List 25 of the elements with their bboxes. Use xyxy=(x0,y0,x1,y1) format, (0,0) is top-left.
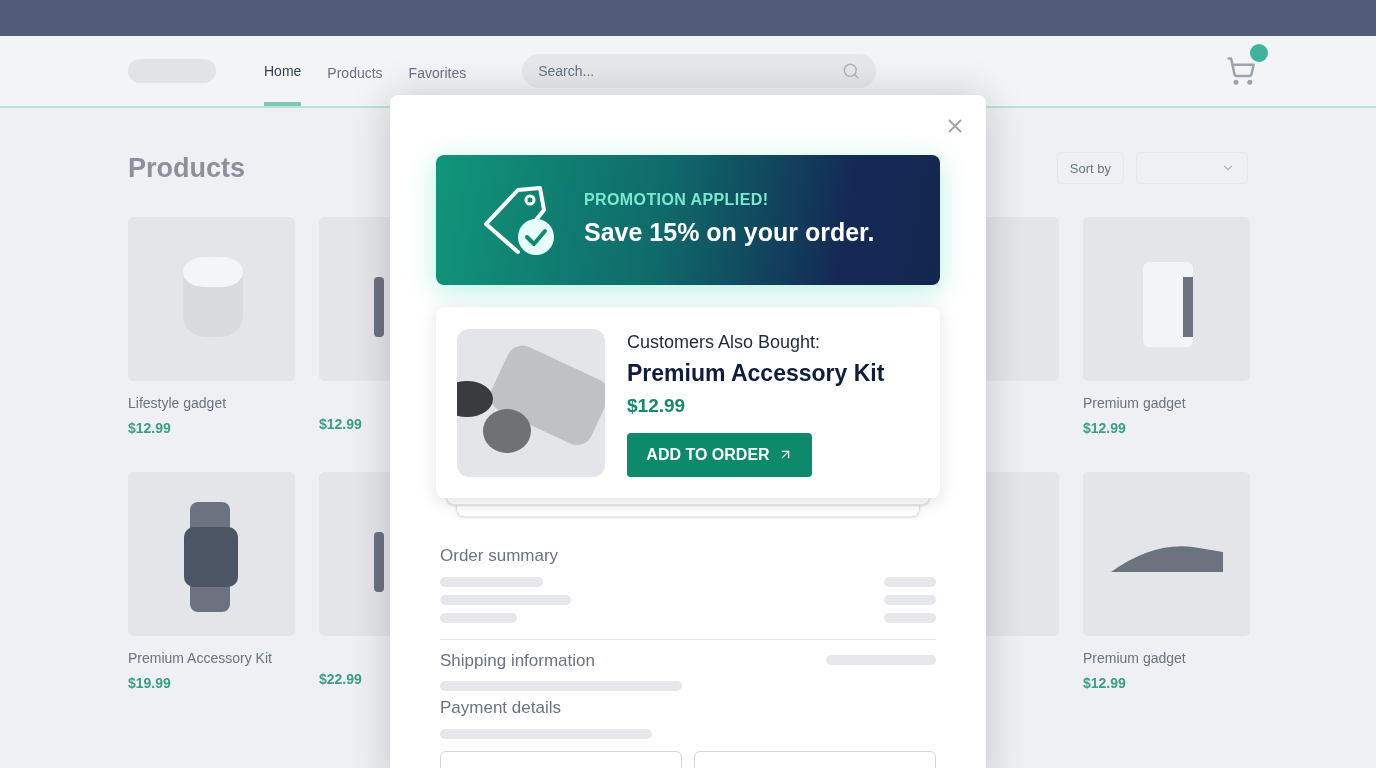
section-title: Payment details xyxy=(440,697,562,719)
promo-headline: Save 15% on your order. xyxy=(584,217,875,249)
sort-button[interactable]: Sort by xyxy=(1056,152,1124,185)
search-field[interactable]: Search... xyxy=(522,54,877,88)
nav-tab[interactable]: Products xyxy=(327,36,383,106)
product-price: $19.99 xyxy=(128,673,172,693)
add-to-order-button[interactable]: ADD TO ORDER xyxy=(627,432,812,477)
search-placeholder: Search... xyxy=(538,61,595,81)
product-name: Lifestyle gadget xyxy=(128,393,228,413)
product-name: Premium gadget xyxy=(1083,648,1187,668)
section-title: Shipping information xyxy=(440,649,595,672)
nav-tab[interactable]: Home xyxy=(264,36,302,106)
product-price: $12.99 xyxy=(1083,418,1127,438)
promo-kicker: PROMOTION APPLIED! xyxy=(584,190,770,211)
upsell-caption: Customers Also Bought: xyxy=(627,330,822,354)
product-price: $22.99 xyxy=(319,669,363,689)
upsell-price: $12.99 xyxy=(627,394,687,418)
upsell-product-name: Premium Accessory Kit xyxy=(627,358,885,388)
product-price: $12.99 xyxy=(128,418,172,438)
product-name: Premium Accessory Kit xyxy=(128,648,273,668)
product-price: $12.99 xyxy=(319,414,363,434)
page-title: Products xyxy=(128,152,246,185)
product-price: $12.99 xyxy=(1083,673,1127,693)
section-title: Order summary xyxy=(440,545,560,567)
product-name: Premium gadget xyxy=(1083,393,1187,413)
